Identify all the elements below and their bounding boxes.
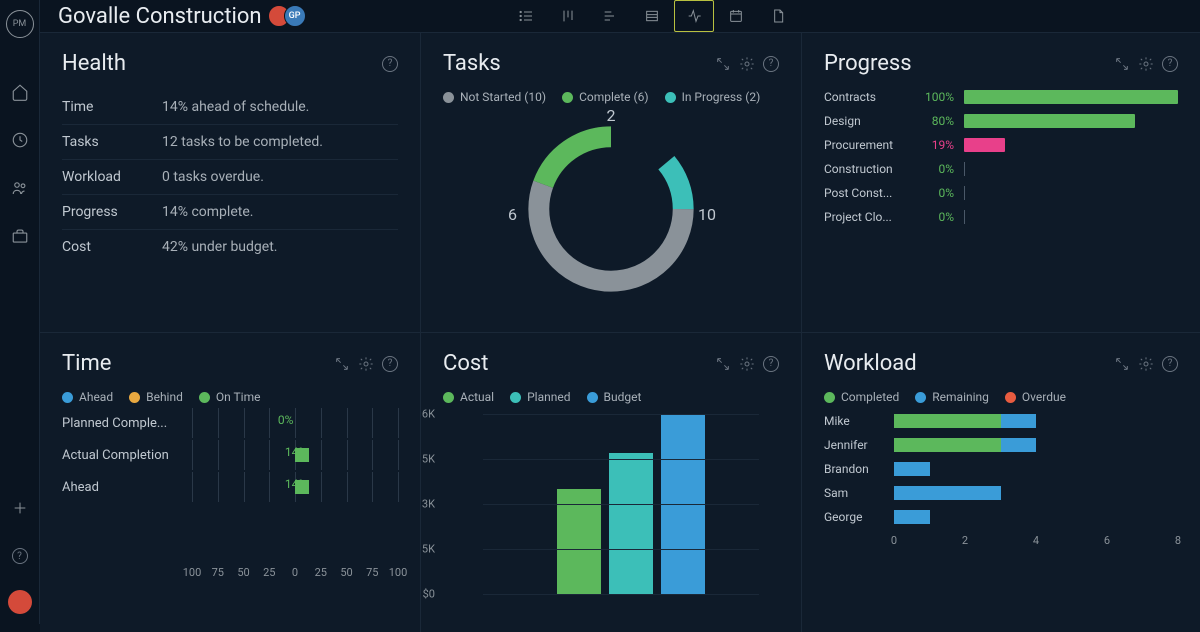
legend-item: Completed <box>824 390 899 404</box>
left-sidebar: PM ? <box>0 0 40 624</box>
help-icon[interactable]: ? <box>10 546 30 566</box>
user-avatar[interactable] <box>8 590 32 614</box>
legend-item: Budget <box>587 390 642 404</box>
workload-title: Workload <box>824 351 917 376</box>
health-row: Progress14% complete. <box>62 195 398 230</box>
time-panel: Time ? Ahead Behind On Time Planned Comple… <box>40 333 420 632</box>
view-calendar-icon[interactable] <box>716 0 756 32</box>
tasks-title: Tasks <box>443 51 501 76</box>
progress-title: Progress <box>824 51 912 76</box>
legend-item: Not Started (10) <box>443 90 546 104</box>
legend-item: Ahead <box>62 390 113 404</box>
progress-row: Procurement19% <box>824 138 1178 152</box>
time-title: Time <box>62 351 111 376</box>
member-avatars[interactable]: GP <box>274 5 306 27</box>
expand-icon[interactable] <box>1114 356 1130 372</box>
app-logo[interactable]: PM <box>6 10 34 38</box>
time-row: Actual Completion14% <box>62 446 398 464</box>
workload-row: Mike <box>824 414 1178 428</box>
view-table-icon[interactable] <box>632 0 672 32</box>
progress-row: Project Clo...0% <box>824 210 1178 224</box>
clock-icon[interactable] <box>10 130 30 150</box>
gear-icon[interactable] <box>1138 356 1154 372</box>
gear-icon[interactable] <box>1138 56 1154 72</box>
workload-row: Brandon <box>824 462 1178 476</box>
expand-icon[interactable] <box>334 356 350 372</box>
gear-icon[interactable] <box>739 356 755 372</box>
health-row: Workload0 tasks overdue. <box>62 160 398 195</box>
progress-row: Construction0% <box>824 162 1178 176</box>
help-icon[interactable]: ? <box>763 56 779 72</box>
time-row: Ahead14% <box>62 478 398 496</box>
people-icon[interactable] <box>10 178 30 198</box>
view-document-icon[interactable] <box>758 0 798 32</box>
legend-item: In Progress (2) <box>665 90 761 104</box>
health-title: Health <box>62 51 126 76</box>
legend-item: Actual <box>443 390 494 404</box>
donut-label-notstarted: 10 <box>698 205 716 224</box>
home-icon[interactable] <box>10 82 30 102</box>
cost-panel: Cost ? Actual Planned Budget 6K4.5K3K1.5K$… <box>421 333 801 632</box>
time-row: Planned Comple...0% <box>62 414 398 432</box>
cost-bar-chart: 6K4.5K3K1.5K$0 <box>483 414 779 614</box>
help-icon[interactable]: ? <box>1162 356 1178 372</box>
help-icon[interactable]: ? <box>382 56 398 72</box>
expand-icon[interactable] <box>715 356 731 372</box>
tasks-panel: Tasks ? Not Started (10) Complete (6) In P… <box>421 33 801 332</box>
health-row: Tasks12 tasks to be completed. <box>62 125 398 160</box>
workload-row: Sam <box>824 486 1178 500</box>
view-board-icon[interactable] <box>548 0 588 32</box>
donut-label-complete: 6 <box>508 205 517 224</box>
health-row: Time14% ahead of schedule. <box>62 90 398 125</box>
expand-icon[interactable] <box>1114 56 1130 72</box>
workload-panel: Workload ? Completed Remaining Overdue Mik… <box>802 333 1200 632</box>
gear-icon[interactable] <box>739 56 755 72</box>
tasks-donut-chart: 2 10 6 <box>516 114 706 304</box>
topbar: Govalle Construction GP <box>40 0 1200 33</box>
health-row: Cost42% under budget. <box>62 230 398 264</box>
help-icon[interactable]: ? <box>763 356 779 372</box>
legend-item: Remaining <box>915 390 989 404</box>
briefcase-icon[interactable] <box>10 226 30 246</box>
progress-row: Post Const...0% <box>824 186 1178 200</box>
legend-item: On Time <box>199 390 261 404</box>
expand-icon[interactable] <box>715 56 731 72</box>
legend-item: Overdue <box>1005 390 1066 404</box>
donut-label-inprogress: 2 <box>607 106 616 125</box>
legend-item: Complete (6) <box>562 90 649 104</box>
page-title: Govalle Construction <box>58 4 262 29</box>
cost-bar <box>609 453 653 594</box>
view-activity-icon[interactable] <box>674 0 714 32</box>
health-panel: Health ? Time14% ahead of schedule.Tasks… <box>40 33 420 332</box>
view-list-icon[interactable] <box>506 0 546 32</box>
help-icon[interactable]: ? <box>382 356 398 372</box>
gear-icon[interactable] <box>358 356 374 372</box>
workload-row: George <box>824 510 1178 524</box>
view-gantt-icon[interactable] <box>590 0 630 32</box>
help-icon[interactable]: ? <box>1162 56 1178 72</box>
progress-panel: Progress ? Contracts100% Design80% Procure… <box>802 33 1200 332</box>
add-icon[interactable] <box>10 498 30 518</box>
progress-row: Design80% <box>824 114 1178 128</box>
legend-item: Planned <box>510 390 570 404</box>
legend-item: Behind <box>129 390 183 404</box>
progress-row: Contracts100% <box>824 90 1178 104</box>
cost-title: Cost <box>443 351 488 376</box>
workload-row: Jennifer <box>824 438 1178 452</box>
